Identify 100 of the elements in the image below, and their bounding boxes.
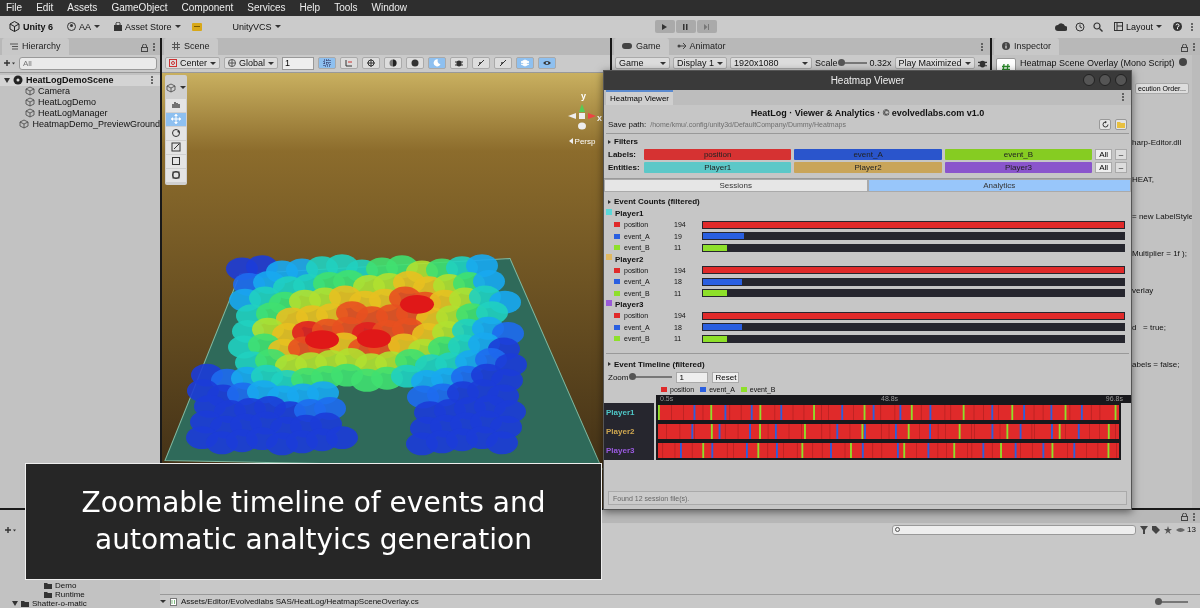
history-icon[interactable]	[1074, 21, 1085, 32]
scale-icon	[171, 142, 181, 153]
asset-store-dropdown[interactable]: Asset Store	[111, 20, 184, 33]
add-icon[interactable]	[4, 525, 16, 534]
menu-item[interactable]: Edit	[36, 2, 54, 14]
toolbar-button[interactable]	[472, 57, 491, 70]
scale-slider[interactable]	[840, 62, 867, 65]
pivot-dropdown[interactable]: Center	[165, 57, 220, 70]
scale-label: Scale	[815, 58, 838, 69]
folder-icon	[1117, 121, 1125, 128]
zoom-field[interactable]: 1	[676, 371, 709, 383]
view-tab[interactable]: Sessions	[604, 179, 868, 192]
menu-item[interactable]: Services	[247, 2, 286, 14]
menu-item[interactable]: Assets	[67, 2, 98, 14]
menu-item[interactable]: File	[6, 2, 23, 14]
panel-tab[interactable]: Animator	[668, 37, 734, 55]
hidden-count: 13	[1187, 525, 1196, 535]
menu-item[interactable]: Tools	[334, 2, 358, 14]
toolbar-button[interactable]	[406, 57, 425, 70]
add-icon[interactable]	[3, 59, 15, 68]
resolution-dropdown[interactable]: 1920x1080	[730, 57, 812, 70]
window-tab[interactable]: Heatmap Viewer	[606, 90, 673, 105]
cube-icon[interactable]	[166, 82, 176, 93]
kebab-menu-icon[interactable]	[1121, 92, 1125, 102]
lock-icon[interactable]	[1181, 43, 1188, 52]
tool-button[interactable]	[166, 154, 186, 168]
play-mode-dropdown[interactable]: Play Maximized	[894, 57, 975, 70]
display-dropdown[interactable]: Display 1	[673, 57, 727, 70]
tool-button[interactable]	[166, 126, 186, 140]
nodes-icon	[676, 42, 686, 51]
folder-item[interactable]: Demo	[0, 581, 160, 590]
folder-icon	[21, 600, 29, 607]
toolbar-button[interactable]	[384, 57, 403, 70]
grid-size-field[interactable]: 1	[282, 56, 315, 70]
display-mode-dropdown[interactable]: Game	[615, 57, 670, 70]
globe-icon	[228, 59, 236, 68]
entity-name: Player2	[615, 254, 644, 264]
select-none-button[interactable]: –	[1115, 149, 1127, 160]
space-dropdown[interactable]: Global	[224, 57, 279, 70]
select-all-button[interactable]: All	[1095, 162, 1112, 173]
select-none-button[interactable]: –	[1115, 162, 1127, 173]
version-control-dropdown[interactable]: UnityVCS	[229, 20, 284, 33]
pause-button[interactable]	[675, 20, 696, 34]
menu-item[interactable]: Window	[371, 2, 408, 14]
kebab-menu-icon[interactable]	[150, 75, 154, 86]
menu-item[interactable]: Component	[181, 2, 234, 14]
code-line: HEAT,	[1132, 174, 1156, 184]
cube-icon	[19, 119, 30, 130]
play-button[interactable]	[654, 20, 675, 34]
toolbar-button[interactable]	[450, 57, 469, 70]
list-icon	[10, 42, 18, 50]
tool-button[interactable]	[166, 168, 186, 182]
menu-item[interactable]: Help	[299, 2, 321, 14]
filter-label: Entities:	[608, 163, 641, 172]
reset-button[interactable]: Reset	[712, 371, 740, 383]
kebab-menu-icon[interactable]	[1190, 21, 1194, 32]
package-icon[interactable]	[191, 22, 202, 31]
cloud-icon[interactable]	[1054, 22, 1067, 31]
bug-icon[interactable]	[977, 58, 987, 68]
section-arrow-icon[interactable]	[608, 362, 611, 366]
account-dropdown[interactable]: AA	[64, 20, 104, 33]
tool-button[interactable]	[166, 140, 186, 154]
toolbar-button[interactable]	[538, 57, 557, 70]
toolbar-button[interactable]	[362, 57, 381, 70]
projection-button[interactable]: Persp	[568, 136, 596, 146]
kebab-menu-icon[interactable]	[1192, 41, 1196, 52]
refresh-button[interactable]	[1099, 119, 1111, 130]
tree-item[interactable]: HeatLogDemoScene	[0, 74, 160, 86]
kebab-menu-icon[interactable]	[1192, 512, 1196, 523]
scrollbar[interactable]	[1192, 54, 1200, 509]
filter-chip[interactable]: Player1	[644, 162, 792, 173]
folder-item[interactable]: Runtime	[0, 590, 160, 599]
filter-chip[interactable]: event_B	[944, 149, 1093, 160]
tree-item[interactable]: HeatLogDemo	[12, 96, 160, 108]
section-arrow-icon[interactable]	[608, 139, 611, 144]
icon-size-slider[interactable]	[1158, 600, 1188, 603]
tree-item[interactable]: Camera	[12, 85, 160, 97]
lock-icon[interactable]	[141, 43, 148, 52]
filter-chip[interactable]: Player2	[794, 162, 942, 173]
unity-version-button[interactable]: Unity 6	[6, 20, 56, 33]
eye-icon	[543, 59, 552, 68]
layout-dropdown[interactable]: Layout	[1110, 20, 1165, 33]
section-arrow-icon[interactable]	[608, 199, 611, 204]
lock-icon[interactable]	[1181, 513, 1188, 522]
toolbar-button[interactable]	[494, 57, 513, 70]
window-title: Heatmap Viewer	[830, 75, 905, 86]
folder-item[interactable]: Shatter-o-matic	[0, 599, 160, 608]
info-icon	[1002, 42, 1010, 51]
view-tab[interactable]: Analytics	[867, 179, 1131, 192]
track-name: Player2	[606, 426, 635, 436]
kebab-menu-icon[interactable]	[980, 41, 984, 52]
search-field[interactable]	[892, 524, 1137, 535]
menu-item[interactable]: GameObject	[111, 2, 168, 14]
select-all-button[interactable]: All	[1095, 149, 1112, 160]
search-field[interactable]: All	[19, 56, 157, 70]
search-icon[interactable]	[1092, 21, 1103, 32]
tree-item[interactable]: HeatmapDemo_PreviewGround	[12, 118, 160, 130]
kebab-menu-icon[interactable]	[152, 41, 156, 52]
star-icon[interactable]	[1164, 525, 1173, 534]
tree-item[interactable]: HeatLogManager	[12, 107, 160, 119]
